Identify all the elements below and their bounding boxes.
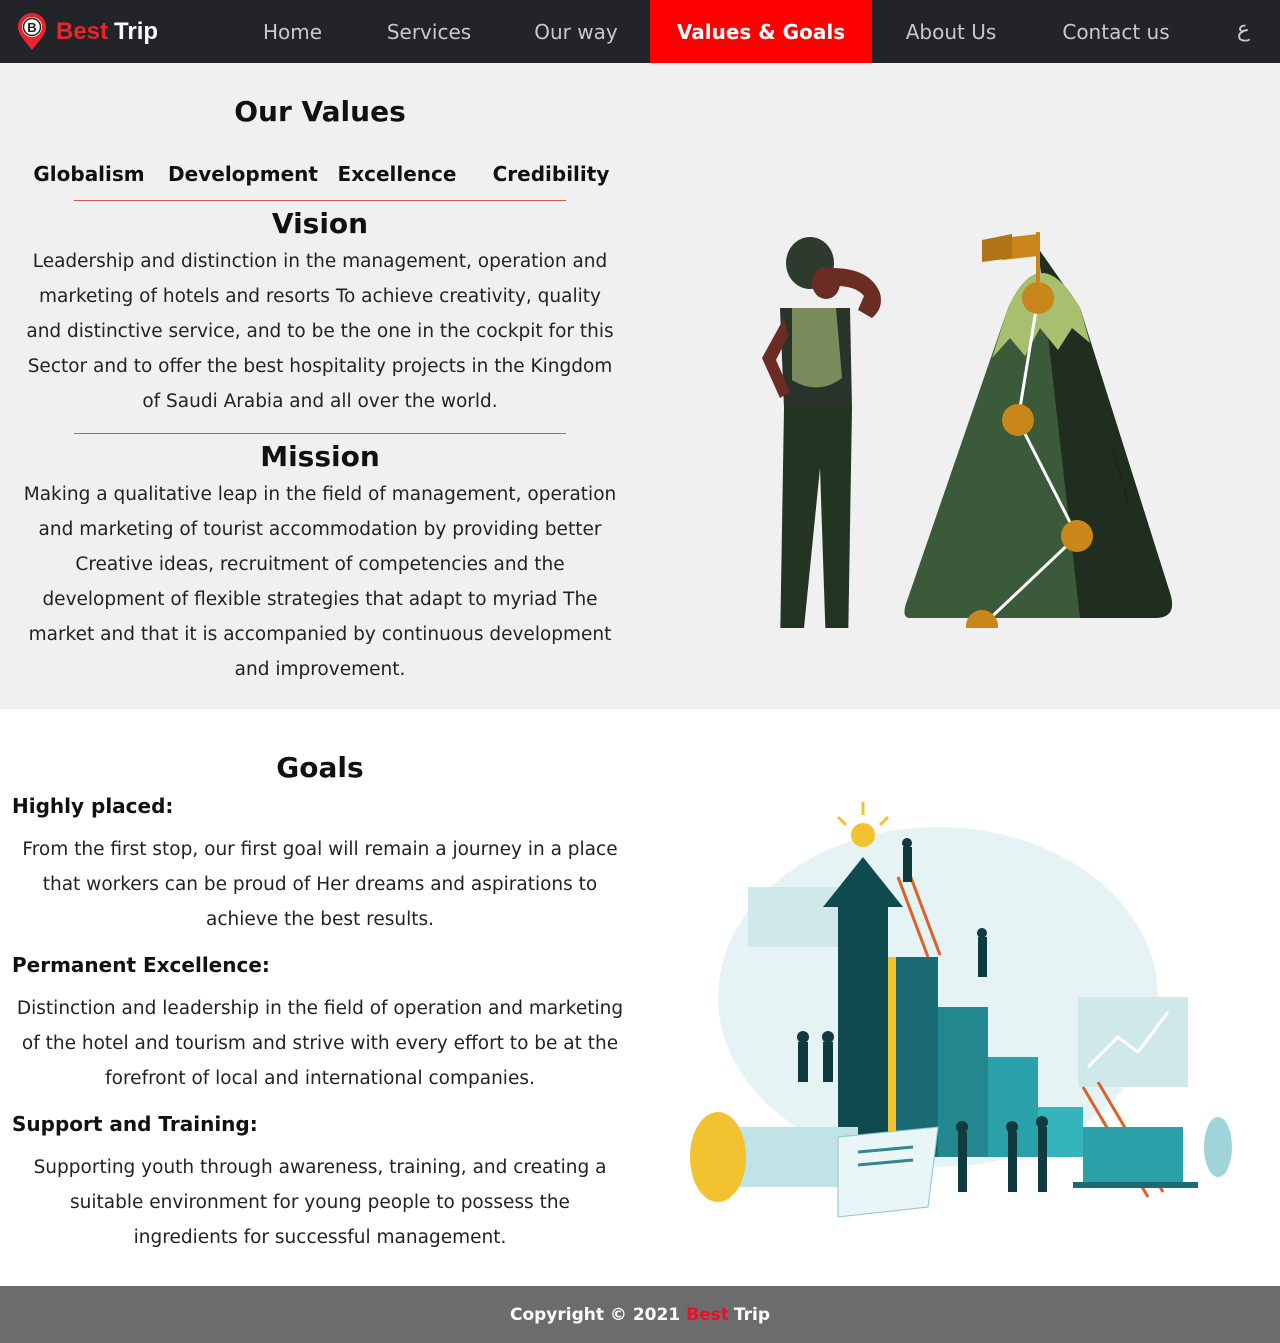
values-section: Our Values Globalism Development Excelle… <box>0 63 1280 709</box>
mission-text: Making a qualitative leap in the field o… <box>23 484 617 680</box>
goal-heading-highly-placed: Highly placed: <box>12 794 174 818</box>
nav-menu: Home Services Our way Values & Goals Abo… <box>229 0 1202 63</box>
values-title: Our Values <box>234 95 406 128</box>
vision-text: Leadership and distinction in the manage… <box>26 251 614 412</box>
footer-copyright: Copyright © 2021 <box>509 1304 681 1325</box>
brand-best-text: Best <box>56 17 109 45</box>
nav-item-values-goals[interactable]: Values & Goals <box>650 0 872 63</box>
goal-heading-permanent-excellence: Permanent Excellence: <box>12 953 270 977</box>
top-navbar: B Best Trip Home Services Our way Values … <box>0 0 1280 63</box>
mission-title: Mission <box>260 440 380 473</box>
nav-item-about-us[interactable]: About Us <box>872 0 1030 63</box>
language-toggle[interactable]: ع <box>1237 17 1250 42</box>
brand-trip-text: Trip <box>114 17 159 45</box>
nav-item-home[interactable]: Home <box>229 0 356 63</box>
goal-text-highly-placed: From the first stop, our first goal will… <box>22 839 618 930</box>
nav-item-our-way[interactable]: Our way <box>502 0 650 63</box>
goal-text-support-training: Supporting youth through awareness, trai… <box>33 1157 607 1248</box>
vision-title: Vision <box>271 207 369 240</box>
goal-text-permanent-excellence: Distinction and leadership in the field … <box>16 998 624 1089</box>
brand-logo[interactable]: B Best Trip <box>0 12 230 51</box>
footer-brand-trip: Trip <box>733 1304 770 1325</box>
goals-title: Goals <box>276 751 364 784</box>
teamwork-stairs-illustration <box>688 797 1238 1231</box>
divider <box>74 200 566 201</box>
value-item-excellence: Excellence <box>337 162 457 186</box>
value-item-credibility: Credibility <box>492 162 610 186</box>
footer: Copyright © 2021 Best Trip <box>0 1286 1280 1343</box>
brand-badge-letter: B <box>27 20 36 35</box>
footer-brand-best: Best <box>686 1304 729 1325</box>
goal-heading-support-training: Support and Training: <box>12 1112 258 1136</box>
mountain-hiker-illustration <box>740 168 1180 679</box>
value-item-globalism: Globalism <box>33 162 145 186</box>
nav-item-contact-us[interactable]: Contact us <box>1030 0 1202 63</box>
nav-item-services[interactable]: Services <box>356 0 502 63</box>
value-item-development: Development <box>168 162 318 186</box>
values-list: Globalism Development Excellence Credibi… <box>0 162 640 186</box>
goals-section: Goals Highly placed: From the first stop… <box>0 709 1280 1286</box>
divider <box>74 433 566 434</box>
location-pin-icon: B <box>17 12 47 51</box>
